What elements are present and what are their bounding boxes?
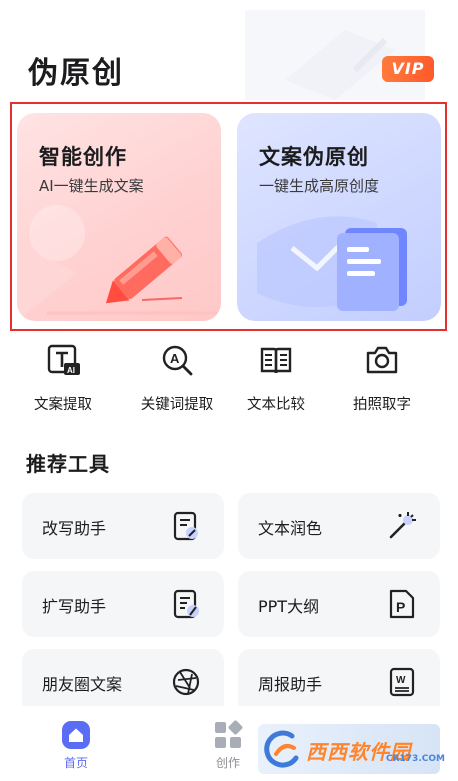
tab-label: 创作: [215, 756, 240, 770]
page-title: 伪原创: [28, 56, 124, 91]
tool-label: 扩写助手: [42, 597, 107, 616]
tool-polish[interactable]: 文本润色: [238, 493, 440, 559]
shortcut-label: 文本比较: [247, 397, 305, 413]
tool-rewrite[interactable]: 改写助手: [22, 493, 224, 559]
svg-text:AI: AI: [67, 366, 75, 375]
shortcut-keyword-extract[interactable]: A 关键词提取: [127, 343, 227, 414]
tool-label: 朋友圈文案: [42, 675, 123, 694]
shortcut-photo-ocr[interactable]: 拍照取字: [332, 343, 432, 414]
tool-label: 文本润色: [258, 519, 323, 538]
shortcut-text-extract[interactable]: AI 文案提取: [13, 343, 113, 414]
shortcut-row: AI 文案提取 A 关键词提取 文本比较 拍照取字: [0, 343, 458, 423]
tool-label: 周报助手: [258, 675, 323, 694]
svg-text:A: A: [170, 351, 180, 366]
book-compare-icon: [260, 347, 292, 374]
grid-icon: [215, 720, 243, 748]
header-decoration-image: [245, 10, 425, 100]
card-title: 智能创作: [39, 145, 127, 169]
svg-text:P: P: [396, 599, 405, 615]
vip-badge[interactable]: VIP: [382, 56, 434, 82]
smart-creation-card[interactable]: 智能创作 AI一键生成文案: [17, 113, 221, 321]
watermark-subtext: CR173.COM: [386, 754, 445, 764]
ppt-file-icon: P: [389, 589, 415, 619]
tab-create[interactable]: 创作: [198, 720, 258, 771]
pencil-icon: [17, 205, 217, 321]
aperture-icon: [172, 668, 200, 696]
text-ai-icon: AI: [47, 344, 80, 375]
shortcut-label: 拍照取字: [353, 397, 411, 413]
shield-document-icon: [257, 216, 407, 311]
home-icon: [62, 721, 90, 749]
watermark-logo-icon: [264, 730, 299, 768]
keyword-search-icon: A: [162, 345, 193, 376]
shortcut-label: 关键词提取: [140, 397, 214, 413]
tab-label: 首页: [63, 756, 88, 770]
svg-text:W: W: [396, 675, 406, 686]
camera-icon: [366, 346, 398, 374]
tool-label: 改写助手: [42, 519, 107, 538]
rewrite-doc-icon: [173, 511, 198, 541]
pseudo-original-card[interactable]: 文案伪原创 一键生成高原创度: [237, 113, 441, 321]
word-file-icon: W: [389, 667, 415, 697]
shortcut-text-compare[interactable]: 文本比较: [226, 343, 326, 414]
tool-ppt-outline[interactable]: PPT大纲 P: [238, 571, 440, 637]
section-title: 推荐工具: [26, 452, 110, 476]
expand-doc-icon: [173, 589, 199, 619]
card-subtitle: 一键生成高原创度: [259, 177, 380, 195]
card-title: 文案伪原创: [259, 145, 369, 169]
shortcut-label: 文案提取: [34, 397, 92, 413]
card-subtitle: AI一键生成文案: [39, 177, 144, 195]
tool-label: PPT大纲: [258, 597, 320, 616]
tab-home[interactable]: 首页: [46, 720, 106, 771]
tool-expand[interactable]: 扩写助手: [22, 571, 224, 637]
magic-wand-icon: [389, 512, 416, 539]
watermark: 西西软件园 CR173.COM: [258, 724, 445, 774]
